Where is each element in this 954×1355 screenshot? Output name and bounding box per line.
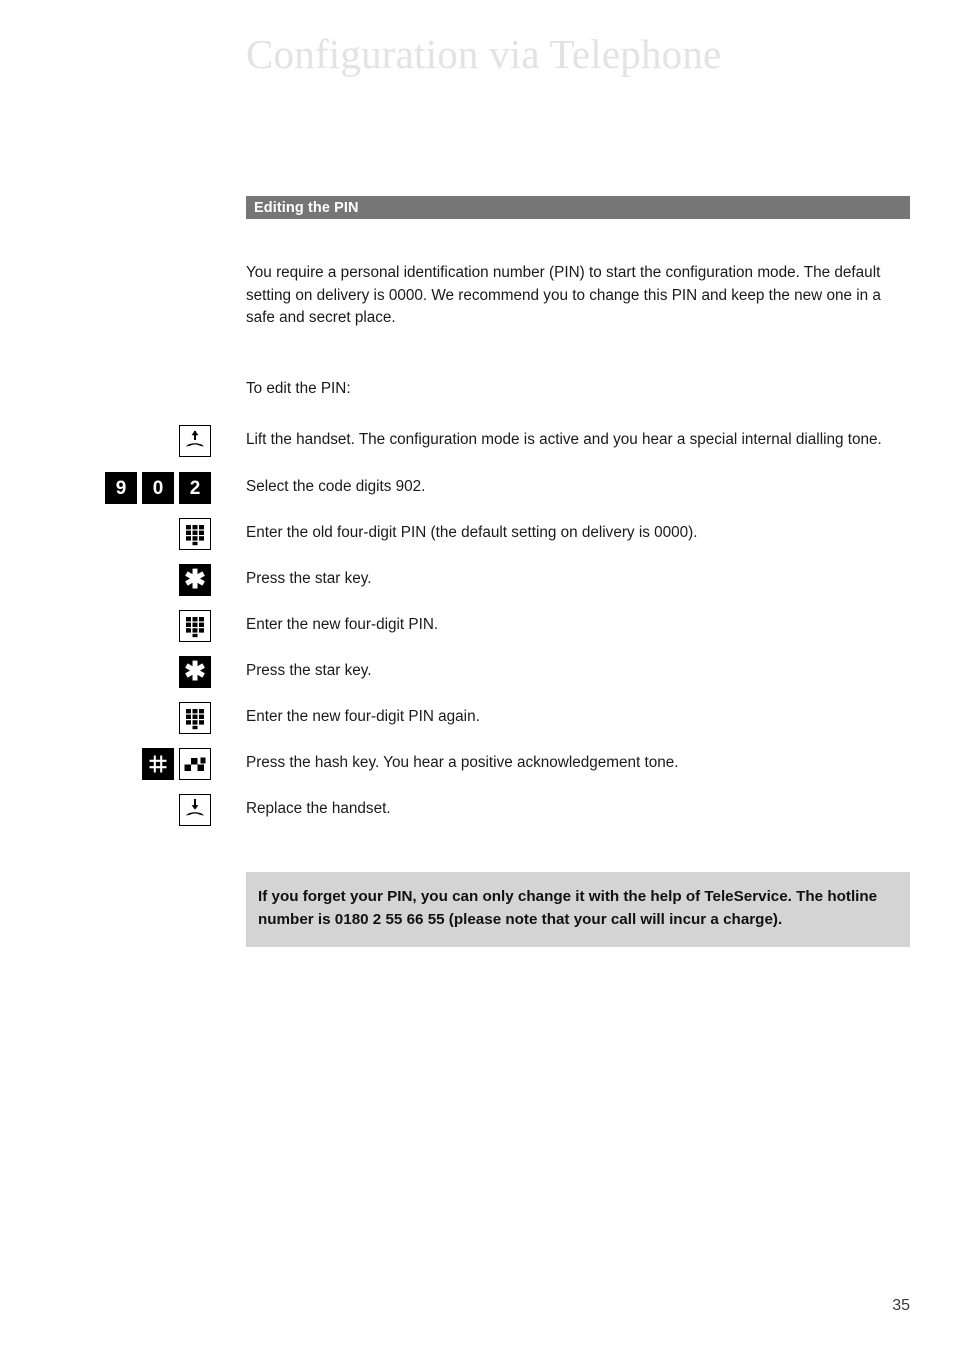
handset-lift-icon	[179, 425, 211, 457]
keypad-icon	[179, 518, 211, 550]
step-text: Select the code digits 902.	[246, 478, 426, 495]
step-row: 9 0 2 Select the code digits 902.	[0, 471, 954, 505]
step-icon-group	[0, 517, 211, 550]
note-box: If you forget your PIN, you can only cha…	[246, 872, 910, 947]
keypad-icon	[179, 610, 211, 642]
step-icon-group: ✱	[0, 563, 211, 596]
step-row: ✱ Press the star key.	[0, 655, 954, 689]
section-header-bar: Editing the PIN	[246, 196, 910, 219]
intro-paragraph: You require a personal identification nu…	[246, 264, 881, 327]
section-header-label: Editing the PIN	[254, 199, 359, 216]
step-text: Press the star key.	[246, 570, 372, 587]
handset-replace-icon	[179, 794, 211, 826]
lead-in-text: To edit the PIN:	[246, 380, 351, 397]
step-text: Press the hash key. You hear a positive …	[246, 754, 679, 771]
key-9-icon: 9	[105, 472, 137, 504]
key-2-label: 2	[189, 477, 201, 499]
acknowledgement-tone-icon	[179, 748, 211, 780]
step-row: Lift the handset. The configuration mode…	[0, 424, 954, 458]
star-glyph: ✱	[184, 564, 206, 594]
step-row: Press the hash key. You hear a positive …	[0, 747, 954, 781]
step-row: Replace the handset.	[0, 793, 954, 827]
hash-key-icon	[142, 748, 174, 780]
step-icon-group	[0, 609, 211, 642]
page-title: Configuration via Telephone	[246, 31, 722, 77]
step-text: Enter the new four-digit PIN.	[246, 616, 439, 633]
step-text: Enter the old four-digit PIN (the defaul…	[246, 524, 698, 541]
step-icon-group	[0, 701, 211, 734]
key-0-icon: 0	[142, 472, 174, 504]
step-row: Enter the new four-digit PIN again.	[0, 701, 954, 735]
step-icon-group	[0, 793, 211, 826]
step-list: Lift the handset. The configuration mode…	[0, 424, 954, 839]
step-text: Lift the handset. The configuration mode…	[246, 431, 882, 448]
page-number: 35	[892, 1297, 910, 1314]
step-icon-group: 9 0 2	[0, 471, 211, 504]
step-row: Enter the new four-digit PIN.	[0, 609, 954, 643]
key-9-label: 9	[115, 477, 127, 499]
step-row: ✱ Press the star key.	[0, 563, 954, 597]
step-row: Enter the old four-digit PIN (the defaul…	[0, 517, 954, 551]
step-text: Replace the handset.	[246, 800, 391, 817]
keypad-icon	[179, 702, 211, 734]
step-text: Press the star key.	[246, 662, 372, 679]
star-key-icon: ✱	[179, 564, 211, 596]
step-text: Enter the new four-digit PIN again.	[246, 708, 480, 725]
star-glyph: ✱	[184, 656, 206, 686]
key-0-label: 0	[152, 477, 164, 499]
star-key-icon: ✱	[179, 656, 211, 688]
step-icon-group	[0, 747, 211, 780]
step-icon-group	[0, 424, 211, 457]
key-2-icon: 2	[179, 472, 211, 504]
step-icon-group: ✱	[0, 655, 211, 688]
